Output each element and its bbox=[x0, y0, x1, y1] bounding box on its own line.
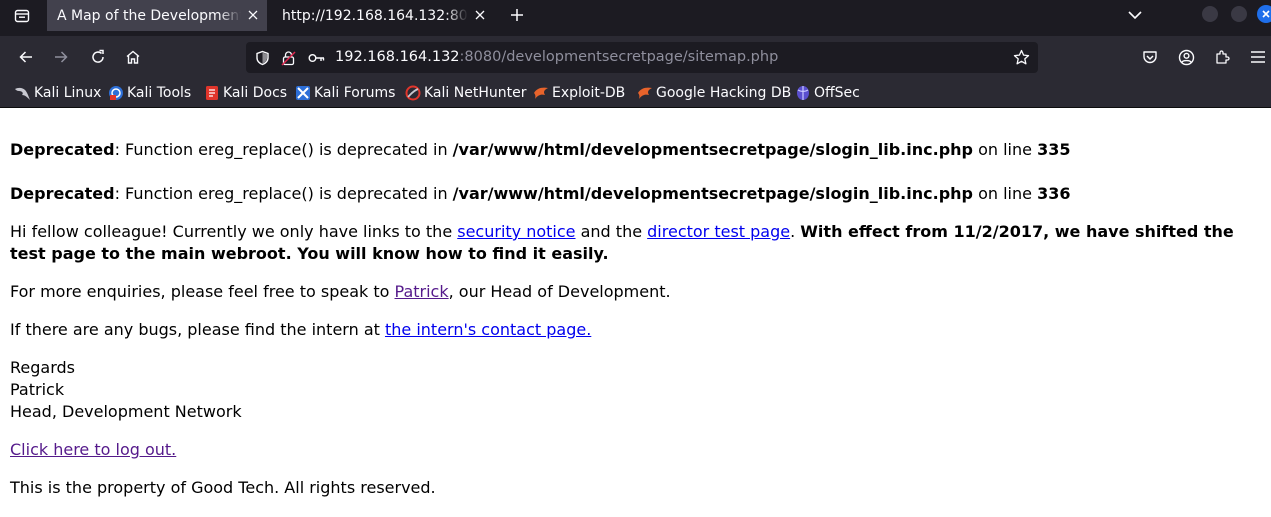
bookmark-kali-linux[interactable]: Kali Linux bbox=[14, 83, 101, 103]
bugs-text: If there are any bugs, please find the i… bbox=[10, 320, 385, 339]
chevron-down-icon[interactable] bbox=[1125, 5, 1145, 25]
signature-name: Patrick bbox=[10, 380, 65, 399]
tab-bar: A Map of the Development Network http://… bbox=[0, 0, 1271, 36]
patrick-link[interactable]: Patrick bbox=[395, 282, 449, 301]
close-icon[interactable] bbox=[245, 7, 261, 23]
bookmark-label: Kali Forums bbox=[314, 85, 396, 101]
key-icon[interactable] bbox=[308, 49, 325, 66]
deprecated-label: Deprecated bbox=[10, 184, 115, 203]
firefox-view-icon[interactable] bbox=[10, 6, 34, 26]
kali-dragon-icon bbox=[14, 85, 31, 102]
security-notice-link[interactable]: security notice bbox=[457, 222, 575, 241]
deprecated-file: /var/www/html/developmentsecretpage/slog… bbox=[452, 184, 973, 203]
reload-icon[interactable] bbox=[88, 47, 108, 67]
nethunter-icon bbox=[404, 85, 421, 102]
url-path: :8080/developmentsecretpage/sitemap.php bbox=[459, 49, 779, 65]
bookmark-label: Kali NetHunter bbox=[424, 85, 527, 101]
new-tab-plus-icon[interactable] bbox=[507, 5, 527, 25]
deprecated-warning: Deprecated: Function ereg_replace() is d… bbox=[10, 139, 1070, 161]
offsec-icon bbox=[794, 85, 811, 102]
hamburger-menu-icon[interactable] bbox=[1248, 47, 1268, 67]
deprecated-message: : Function ereg_replace() is deprecated … bbox=[114, 140, 453, 159]
extensions-icon[interactable] bbox=[1212, 47, 1232, 67]
enquiries-paragraph: For more enquiries, please feel free to … bbox=[10, 281, 671, 303]
kali-tools-icon bbox=[107, 85, 124, 102]
kali-forums-icon bbox=[294, 85, 311, 102]
deprecated-on-line: on line bbox=[973, 140, 1038, 159]
footer-text: This is the property of Good Tech. All r… bbox=[10, 478, 436, 497]
url-host: 192.168.164.132 bbox=[335, 49, 460, 65]
deprecated-file: /var/www/html/developmentsecretpage/slog… bbox=[452, 140, 973, 159]
bookmark-kali-tools[interactable]: Kali Tools bbox=[107, 83, 191, 103]
tab-title: A Map of the Development Network bbox=[57, 7, 241, 24]
tab-sitemap[interactable]: A Map of the Development Network bbox=[47, 0, 267, 31]
home-icon[interactable] bbox=[123, 47, 143, 67]
ghdb-icon bbox=[636, 85, 653, 102]
intro-text: Hi fellow colleague! Currently we only h… bbox=[10, 222, 458, 241]
bookmark-kali-forums[interactable]: Kali Forums bbox=[294, 83, 395, 103]
tab-developmentsecretpage[interactable]: http://192.168.164.132:8080/developments… bbox=[272, 0, 494, 31]
bookmark-label: Kali Tools bbox=[127, 85, 192, 101]
intro-paragraph: Hi fellow colleague! Currently we only h… bbox=[10, 221, 1265, 265]
bookmarks-toolbar: Kali Linux Kali Tools Kali Docs Kali For… bbox=[0, 78, 1271, 108]
bookmark-exploit-db[interactable]: Exploit-DB bbox=[532, 83, 625, 103]
bookmark-label: Exploit-DB bbox=[552, 85, 626, 101]
enquiries-text: , our Head of Development. bbox=[448, 282, 671, 301]
deprecated-line-number: 335 bbox=[1037, 140, 1071, 159]
deprecated-label: Deprecated bbox=[10, 140, 115, 159]
director-test-page-link[interactable]: director test page bbox=[647, 222, 790, 241]
bookmark-kali-docs[interactable]: Kali Docs bbox=[203, 83, 287, 103]
intern-contact-link[interactable]: the intern's contact page. bbox=[385, 320, 591, 339]
kali-docs-icon bbox=[203, 85, 220, 102]
page-content: Deprecated: Function ereg_replace() is d… bbox=[0, 109, 1271, 517]
signature-regards: Regards bbox=[10, 358, 75, 377]
exploit-db-icon bbox=[532, 85, 549, 102]
close-icon[interactable] bbox=[472, 7, 488, 23]
bugs-paragraph: If there are any bugs, please find the i… bbox=[10, 319, 591, 341]
deprecated-line-number: 336 bbox=[1037, 184, 1071, 203]
signature-title: Head, Development Network bbox=[10, 402, 242, 421]
maximize-button[interactable] bbox=[1231, 6, 1247, 22]
shield-icon[interactable] bbox=[254, 49, 271, 66]
tab-title: http://192.168.164.132:8080/developments… bbox=[282, 7, 468, 24]
back-arrow-icon[interactable] bbox=[16, 47, 36, 67]
navigation-toolbar: 192.168.164.132:8080/developmentsecretpa… bbox=[0, 36, 1271, 78]
forward-arrow-icon[interactable] bbox=[51, 47, 71, 67]
account-icon[interactable] bbox=[1176, 47, 1196, 67]
deprecated-message: : Function ereg_replace() is deprecated … bbox=[114, 184, 453, 203]
pocket-icon[interactable] bbox=[1140, 47, 1160, 67]
bookmark-label: Kali Linux bbox=[34, 85, 102, 101]
bookmark-offsec[interactable]: OffSec bbox=[794, 83, 860, 103]
bookmark-label: Google Hacking DB bbox=[656, 85, 792, 101]
intro-text: and the bbox=[575, 222, 648, 241]
logout-paragraph: Click here to log out. bbox=[10, 439, 176, 461]
bookmark-label: OffSec bbox=[814, 85, 860, 101]
logout-link[interactable]: Click here to log out. bbox=[10, 440, 176, 459]
deprecated-on-line: on line bbox=[973, 184, 1038, 203]
bookmark-label: Kali Docs bbox=[223, 85, 288, 101]
window-close-button[interactable] bbox=[1257, 5, 1271, 23]
enquiries-text: For more enquiries, please feel free to … bbox=[10, 282, 395, 301]
intro-text: . bbox=[790, 222, 801, 241]
url-text[interactable]: 192.168.164.132:8080/developmentsecretpa… bbox=[335, 49, 778, 65]
deprecated-warning: Deprecated: Function ereg_replace() is d… bbox=[10, 183, 1070, 205]
insecure-lock-icon[interactable] bbox=[280, 49, 297, 66]
url-bar[interactable]: 192.168.164.132:8080/developmentsecretpa… bbox=[246, 42, 1038, 73]
bookmark-star-icon[interactable] bbox=[1013, 49, 1030, 66]
minimize-button[interactable] bbox=[1202, 6, 1218, 22]
bookmark-google-hacking-db[interactable]: Google Hacking DB bbox=[636, 83, 791, 103]
bookmark-kali-nethunter[interactable]: Kali NetHunter bbox=[404, 83, 526, 103]
